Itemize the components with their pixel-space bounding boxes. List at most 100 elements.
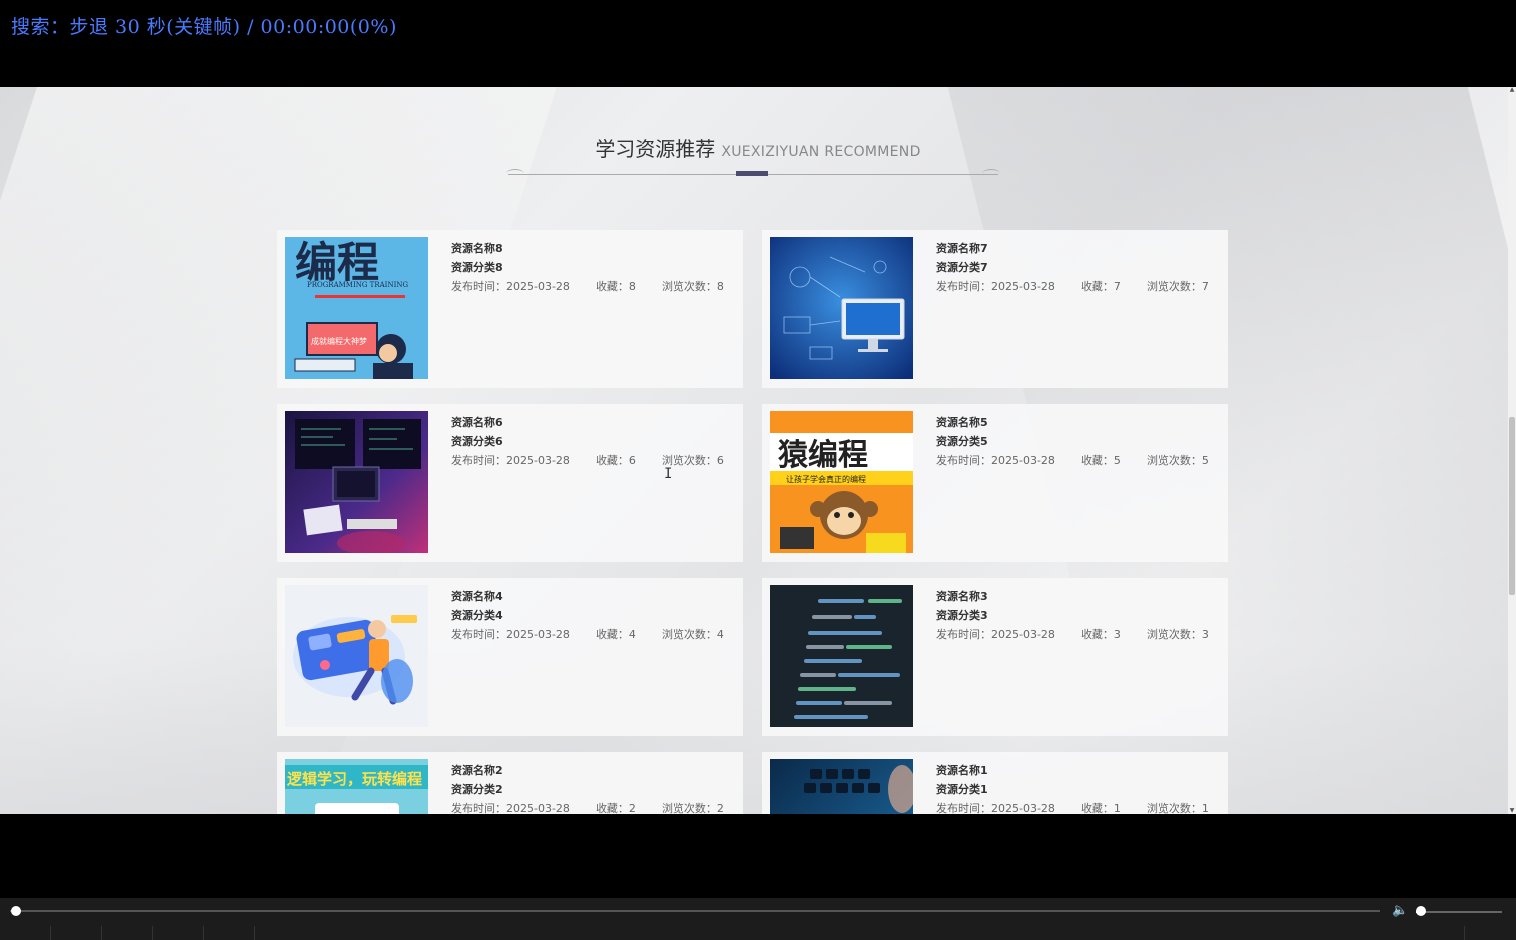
favorites-count: 收藏：8 [595, 280, 636, 293]
resource-name[interactable]: 资源名称6 [451, 414, 503, 430]
programming-poster-image: 编程 PROGRAMMING TRAINING 成就编程大神梦 [285, 237, 428, 379]
publish-date: 发布时间：2025-03-28 [936, 802, 1055, 814]
player-button[interactable] [152, 926, 203, 940]
resource-thumbnail[interactable] [770, 237, 913, 379]
resource-thumbnail[interactable]: 逻辑学习，玩转编程 [285, 759, 428, 814]
title-accent-bar [736, 171, 768, 176]
section-title: 学习资源推荐 XUEXIZIYUAN RECOMMEND [0, 133, 1516, 162]
coding-desk-image [285, 411, 428, 553]
publish-date: 发布时间：2025-03-28 [451, 628, 570, 641]
resource-card[interactable]: 猿编程 让孩子学会真正的编程 资源名称5 资源分类5 发布时间：2025-03-… [762, 404, 1228, 562]
favorites-count: 收藏：1 [1080, 802, 1121, 814]
webpage-viewport: 学习资源推荐 XUEXIZIYUAN RECOMMEND 编程 PROGRAMMI… [0, 87, 1516, 814]
seek-bar[interactable] [10, 910, 1380, 912]
volume-slider[interactable] [1416, 911, 1502, 913]
publish-date: 发布时间：2025-03-28 [936, 628, 1055, 641]
resource-name[interactable]: 资源名称1 [936, 762, 988, 778]
poster-sign-text: 成就编程大神梦 [311, 336, 367, 346]
favorites-count: 收藏：6 [595, 454, 636, 467]
player-button[interactable] [101, 926, 152, 940]
resource-category: 资源分类1 [936, 783, 988, 796]
publish-date: 发布时间：2025-03-28 [936, 454, 1055, 467]
favorites-count: 收藏：2 [595, 802, 636, 814]
favorites-count: 收藏：4 [595, 628, 636, 641]
poster-big-text: 猿编程 [778, 438, 868, 473]
resource-meta: 发布时间：2025-03-28 收藏：2 浏览次数：2 [451, 800, 750, 814]
section-title-cn: 学习资源推荐 [595, 137, 716, 161]
resource-card[interactable]: 资源名称3 资源分类3 发布时间：2025-03-28 收藏：3 浏览次数：3 [762, 578, 1228, 736]
player-button[interactable] [203, 926, 254, 940]
favorites-count: 收藏：5 [1080, 454, 1121, 467]
keyboard-image [770, 759, 913, 814]
poster-band-text: 逻辑学习，玩转编程 [287, 770, 422, 788]
resource-category: 资源分类5 [936, 435, 988, 448]
resource-name[interactable]: 资源名称3 [936, 588, 988, 604]
resource-card[interactable]: 资源名称6 资源分类6 发布时间：2025-03-28 收藏：6 浏览次数：6 [277, 404, 743, 562]
resource-meta: 发布时间：2025-03-28 收藏：6 浏览次数：6 [451, 452, 750, 468]
views-count: 浏览次数：7 [1146, 280, 1209, 293]
favorites-count: 收藏：3 [1080, 628, 1121, 641]
scroll-down-arrow-icon[interactable]: ▼ [1509, 808, 1515, 814]
poster-sub-text: 让孩子学会真正的编程 [786, 474, 866, 484]
resource-thumbnail[interactable]: 编程 PROGRAMMING TRAINING 成就编程大神梦 [285, 237, 428, 379]
resource-card[interactable]: 逻辑学习，玩转编程 资源名称2 资源分类2 发布时间：2025-03-28 收藏：… [277, 752, 743, 814]
text-cursor-icon: I [664, 466, 673, 482]
views-count: 浏览次数：8 [661, 280, 724, 293]
resource-thumbnail[interactable] [285, 585, 428, 727]
player-button[interactable] [254, 926, 305, 940]
player-button[interactable] [1464, 926, 1515, 940]
resource-meta: 发布时间：2025-03-28 收藏：4 浏览次数：4 [451, 626, 750, 642]
resource-name[interactable]: 资源名称2 [451, 762, 503, 778]
player-osd-message: 搜索：步退 30 秒(关键帧) / 00:00:00(0%) [11, 16, 397, 38]
poster-sub-text: PROGRAMMING TRAINING [307, 281, 408, 289]
person-dashboard-illustration [285, 585, 428, 727]
title-ornament-right [982, 169, 1000, 178]
views-count: 浏览次数：5 [1146, 454, 1209, 467]
player-button-strip [0, 926, 1516, 940]
resource-thumbnail[interactable] [285, 411, 428, 553]
resource-category: 资源分类3 [936, 609, 988, 622]
favorites-count: 收藏：7 [1080, 280, 1121, 293]
resource-thumbnail[interactable]: 猿编程 让孩子学会真正的编程 [770, 411, 913, 553]
resource-name[interactable]: 资源名称5 [936, 414, 988, 430]
views-count: 浏览次数：3 [1146, 628, 1209, 641]
resource-meta: 发布时间：2025-03-28 收藏：8 浏览次数：8 [451, 278, 750, 294]
resource-name[interactable]: 资源名称4 [451, 588, 503, 604]
player-button[interactable] [50, 926, 101, 940]
resource-meta: 发布时间：2025-03-28 收藏：7 浏览次数：7 [936, 278, 1235, 294]
scrollbar-thumb[interactable] [1509, 417, 1515, 595]
resource-card[interactable]: 编程 PROGRAMMING TRAINING 成就编程大神梦 资源名称8 资源… [277, 230, 743, 388]
resource-category: 资源分类4 [451, 609, 503, 622]
resource-card[interactable]: 资源名称4 资源分类4 发布时间：2025-03-28 收藏：4 浏览次数：4 [277, 578, 743, 736]
publish-date: 发布时间：2025-03-28 [936, 280, 1055, 293]
resource-meta: 发布时间：2025-03-28 收藏：3 浏览次数：3 [936, 626, 1235, 642]
views-count: 浏览次数：1 [1146, 802, 1209, 814]
resource-category: 资源分类7 [936, 261, 988, 274]
seek-handle[interactable] [11, 906, 21, 916]
resource-thumbnail[interactable] [770, 759, 913, 814]
tech-monitor-image [770, 237, 913, 379]
resource-meta: 发布时间：2025-03-28 收藏：1 浏览次数：1 [936, 800, 1235, 814]
logic-learning-banner-image: 逻辑学习，玩转编程 [285, 759, 428, 814]
views-count: 浏览次数：2 [661, 802, 724, 814]
resource-category: 资源分类8 [451, 261, 503, 274]
resource-name[interactable]: 资源名称7 [936, 240, 988, 256]
resource-category: 资源分类2 [451, 783, 503, 796]
publish-date: 发布时间：2025-03-28 [451, 802, 570, 814]
resource-card[interactable]: 资源名称7 资源分类7 发布时间：2025-03-28 收藏：7 浏览次数：7 [762, 230, 1228, 388]
resource-card[interactable]: 资源名称1 资源分类1 发布时间：2025-03-28 收藏：1 浏览次数：1 [762, 752, 1228, 814]
section-title-en: XUEXIZIYUAN RECOMMEND [721, 144, 921, 160]
poster-big-text: 编程 [295, 238, 379, 287]
publish-date: 发布时间：2025-03-28 [451, 280, 570, 293]
page-scrollbar[interactable]: ▲ ▼ [1508, 87, 1516, 814]
resource-name[interactable]: 资源名称8 [451, 240, 503, 256]
resource-meta: 发布时间：2025-03-28 收藏：5 浏览次数：5 [936, 452, 1235, 468]
scroll-up-arrow-icon[interactable]: ▲ [1509, 87, 1515, 93]
resource-category: 资源分类6 [451, 435, 503, 448]
resource-thumbnail[interactable] [770, 585, 913, 727]
code-screen-image [770, 585, 913, 727]
publish-date: 发布时间：2025-03-28 [451, 454, 570, 467]
views-count: 浏览次数：4 [661, 628, 724, 641]
monkey-coding-poster-image: 猿编程 让孩子学会真正的编程 [770, 411, 913, 553]
speaker-icon[interactable]: 🔈 [1392, 903, 1408, 918]
